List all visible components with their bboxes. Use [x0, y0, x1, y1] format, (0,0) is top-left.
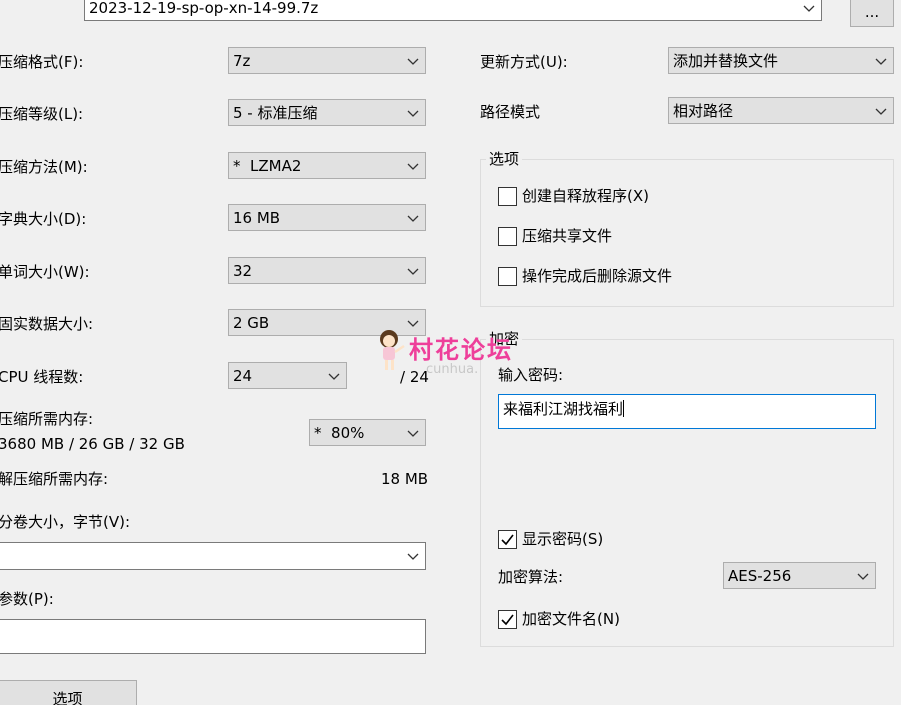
method-value: * LZMA2 [233, 157, 302, 175]
girl-mascot-icon [380, 330, 405, 370]
chevron-down-icon [857, 573, 869, 580]
mem-compress-detail: 3680 MB / 26 GB / 32 GB [0, 435, 185, 453]
volume-combo[interactable] [0, 542, 426, 570]
path-value: 相对路径 [673, 102, 734, 120]
level-value: 5 - 标准压缩 [233, 104, 318, 122]
password-input[interactable]: 来福利江湖找福利 [498, 394, 876, 429]
shared-checkbox[interactable] [498, 227, 517, 246]
delete-after-checkbox[interactable] [498, 267, 517, 286]
chevron-down-icon [803, 5, 815, 12]
check-icon [501, 534, 514, 546]
chevron-down-icon [328, 373, 340, 380]
enc-method-value: AES-256 [728, 567, 792, 585]
chevron-down-icon [875, 108, 887, 115]
options-button[interactable]: 选项 [0, 680, 137, 705]
mem-compress-value: * 80% [314, 424, 365, 442]
mem-compress-combo[interactable]: * 80% [309, 419, 426, 446]
solid-label: 固实数据大小: [0, 315, 94, 333]
word-label: 单词大小(W): [0, 263, 90, 281]
browse-button[interactable]: ... [850, 0, 894, 27]
encrypt-names-checkbox[interactable] [498, 610, 517, 629]
chevron-down-icon [407, 215, 419, 222]
enc-method-label: 加密算法: [498, 568, 564, 586]
path-combo[interactable]: 相对路径 [668, 97, 894, 124]
format-combo[interactable]: 7z [228, 47, 426, 74]
chevron-down-icon [875, 58, 887, 65]
encrypt-names-label[interactable]: 加密文件名(N) [522, 609, 620, 629]
volume-label: 分卷大小，字节(V): [0, 513, 131, 531]
show-password-checkbox[interactable] [498, 530, 517, 549]
mem-compress-label: 压缩所需内存: [0, 410, 94, 428]
dict-value: 16 MB [233, 209, 281, 227]
chevron-down-icon [407, 163, 419, 170]
watermark-sub: cunhua. [426, 362, 479, 377]
chevron-down-icon [407, 430, 419, 437]
path-label: 路径模式 [480, 103, 541, 121]
method-combo[interactable]: * LZMA2 [228, 152, 426, 179]
sfx-checkbox[interactable] [498, 187, 517, 206]
encryption-group [480, 339, 894, 647]
archive-name-value: 2023-12-19-sp-op-xn-14-99.7z [89, 0, 319, 17]
chevron-down-icon [407, 110, 419, 117]
word-value: 32 [233, 262, 253, 280]
format-value: 7z [233, 52, 251, 70]
sfx-label[interactable]: 创建自释放程序(X) [522, 186, 649, 206]
level-label: 压缩等级(L): [0, 105, 84, 123]
threads-label: CPU 线程数: [0, 368, 84, 386]
compress-dialog: 2023-12-19-sp-op-xn-14-99.7z ... 压缩格式(F)… [0, 0, 901, 705]
method-label: 压缩方法(M): [0, 158, 88, 176]
threads-value: 24 [233, 367, 253, 385]
password-text-wrap: 来福利江湖找福利 [503, 399, 625, 419]
password-value: 来福利江湖找福利 [503, 400, 624, 418]
mem-decompress-label: 解压缩所需内存: [0, 470, 109, 488]
level-combo[interactable]: 5 - 标准压缩 [228, 99, 426, 126]
mem-decompress-value: 18 MB [381, 470, 429, 488]
solid-value: 2 GB [233, 314, 270, 332]
update-combo[interactable]: 添加并替换文件 [668, 47, 894, 74]
update-value: 添加并替换文件 [673, 52, 779, 70]
word-combo[interactable]: 32 [228, 257, 426, 284]
check-icon [501, 614, 514, 626]
watermark-text: 村花论坛 [409, 336, 513, 364]
dict-combo[interactable]: 16 MB [228, 204, 426, 231]
params-label: 参数(P): [0, 590, 54, 608]
chevron-down-icon [407, 553, 419, 560]
params-input[interactable] [0, 619, 426, 654]
update-label: 更新方式(U): [480, 53, 568, 71]
options-button-label: 选项 [52, 690, 83, 705]
site-watermark: 村花论坛 cunhua. [376, 328, 536, 380]
threads-combo[interactable]: 24 [228, 362, 347, 389]
options-group-title: 选项 [486, 149, 523, 169]
chevron-down-icon [407, 268, 419, 275]
archive-name-combo[interactable]: 2023-12-19-sp-op-xn-14-99.7z [84, 0, 822, 21]
format-label: 压缩格式(F): [0, 53, 84, 71]
show-password-label[interactable]: 显示密码(S) [522, 529, 603, 549]
browse-button-label: ... [864, 3, 880, 21]
dict-label: 字典大小(D): [0, 210, 87, 228]
delete-after-label[interactable]: 操作完成后删除源文件 [522, 266, 672, 286]
enc-method-combo[interactable]: AES-256 [723, 562, 876, 589]
text-caret [623, 400, 625, 417]
shared-label[interactable]: 压缩共享文件 [522, 226, 612, 246]
chevron-down-icon [407, 58, 419, 65]
